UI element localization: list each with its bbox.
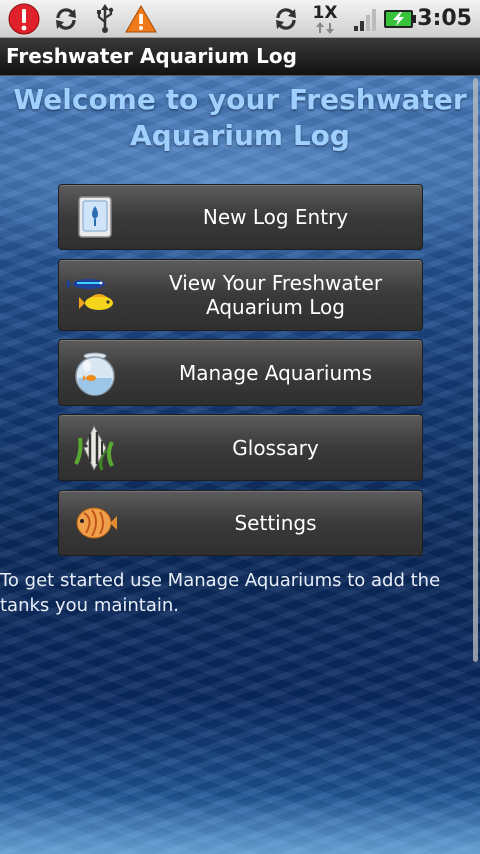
settings-button[interactable]: Settings — [58, 490, 423, 556]
welcome-line-2: Aquarium Log — [130, 119, 350, 152]
signal-icon — [352, 3, 378, 35]
network-label: 1X — [312, 2, 338, 23]
main-content[interactable]: Welcome to your Freshwater Aquarium Log … — [0, 76, 480, 854]
discus-icon — [71, 499, 119, 547]
manage-aquariums-button[interactable]: Manage Aquariums — [58, 339, 423, 406]
angelfish-icon — [71, 424, 119, 472]
sync-active-icon — [270, 3, 302, 35]
scrollbar[interactable] — [473, 78, 478, 662]
view-log-button[interactable]: View Your Freshwater Aquarium Log — [58, 259, 423, 331]
getting-started-text: To get started use Manage Aquariums to a… — [0, 570, 441, 616]
glossary-button[interactable]: Glossary — [58, 414, 423, 481]
app-title: Freshwater Aquarium Log — [6, 44, 297, 68]
clock: 3:05 — [417, 6, 472, 31]
view-log-label-line-2: Aquarium Log — [206, 295, 345, 319]
network-type-icon: 1X — [308, 3, 342, 35]
new-log-entry-label: New Log Entry — [202, 205, 349, 229]
settings-label: Settings — [234, 511, 317, 535]
title-bar: Freshwater Aquarium Log — [0, 38, 480, 76]
data-arrows-icon — [316, 21, 334, 34]
warning-icon[interactable] — [124, 3, 158, 35]
fish-icon — [67, 271, 123, 319]
status-bar: 1X 3:05 — [0, 0, 480, 38]
battery-charging-icon — [382, 3, 418, 35]
usb-icon[interactable] — [92, 3, 118, 35]
alert-icon[interactable] — [8, 3, 40, 35]
sync-icon[interactable] — [50, 3, 82, 35]
new-log-entry-button[interactable]: New Log Entry — [58, 184, 423, 250]
manage-aquariums-label: Manage Aquariums — [178, 360, 373, 385]
glossary-label: Glossary — [232, 435, 319, 460]
welcome-heading: Welcome to your Freshwater Aquarium Log — [0, 82, 480, 154]
view-log-label: View Your Freshwater Aquarium Log — [129, 271, 422, 319]
fishbowl-icon — [71, 349, 119, 397]
device-icon — [71, 193, 119, 241]
view-log-label-line-1: View Your Freshwater — [168, 271, 383, 295]
welcome-line-1: Welcome to your Freshwater — [13, 83, 467, 116]
